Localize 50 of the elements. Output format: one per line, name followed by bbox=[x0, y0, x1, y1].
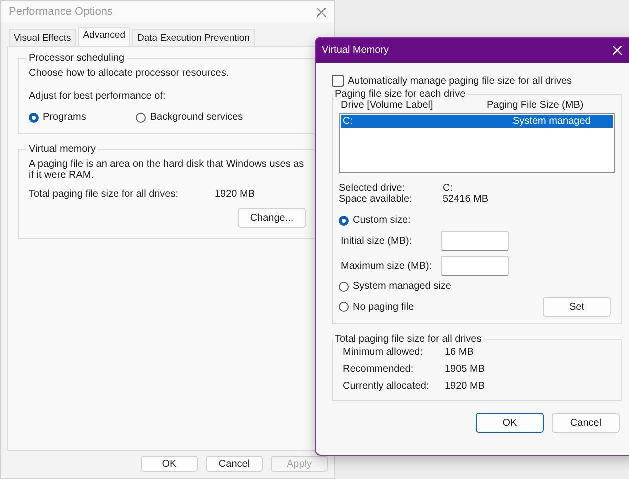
tab[interactable]: Visual Effects bbox=[9, 29, 76, 46]
radio-button[interactable] bbox=[339, 216, 349, 226]
tab[interactable]: Data Execution Prevention bbox=[132, 29, 255, 46]
group-title: Paging file size for each drive bbox=[334, 89, 467, 100]
info-value: 52416 MB bbox=[443, 194, 489, 205]
dialog-button[interactable]: Cancel bbox=[206, 456, 263, 472]
info-label: Space available: bbox=[339, 194, 414, 205]
radio-option[interactable]: System managed size bbox=[339, 281, 615, 292]
drive-row[interactable]: C: System managed bbox=[341, 115, 613, 128]
group-title: Processor scheduling bbox=[28, 53, 126, 64]
column-header: Paging File Size (MB) bbox=[487, 100, 584, 111]
input-field[interactable] bbox=[441, 231, 509, 251]
radio-option[interactable]: Custom size: bbox=[339, 215, 615, 226]
field-label: Initial size (MB): bbox=[341, 236, 414, 246]
group-title: Virtual memory bbox=[28, 144, 98, 155]
total-value: 1920 MB bbox=[215, 189, 256, 200]
radio-button[interactable] bbox=[136, 112, 146, 122]
total-label: Total paging file size for all drives: bbox=[29, 189, 180, 200]
radio-button[interactable] bbox=[29, 112, 39, 122]
radio-option[interactable]: Programs bbox=[29, 112, 86, 123]
total-label: Minimum allowed: bbox=[343, 347, 424, 358]
dialog-button[interactable]: OK bbox=[141, 456, 198, 472]
window-title: Virtual Memory bbox=[322, 45, 390, 56]
total-label: Recommended: bbox=[343, 364, 415, 375]
radio-option[interactable]: Background services bbox=[136, 112, 244, 123]
group-title: Total paging file size for all drives bbox=[334, 334, 483, 345]
dialog-button[interactable]: OK bbox=[476, 413, 544, 433]
dialog-button[interactable]: Cancel bbox=[552, 413, 620, 433]
info-value: C: bbox=[443, 183, 453, 194]
set-button[interactable]: Set bbox=[543, 297, 611, 317]
total-value: 1920 MB bbox=[445, 381, 486, 392]
radio-button[interactable] bbox=[339, 302, 349, 312]
window-title: Performance Options bbox=[9, 6, 113, 18]
checkbox[interactable] bbox=[332, 75, 344, 87]
radio-button[interactable] bbox=[339, 282, 349, 292]
description-text: A paging file is an area on the hard disk that Windows uses as if it were RAM. bbox=[29, 159, 306, 181]
change-button[interactable]: Change... bbox=[238, 208, 306, 228]
column-header: Drive [Volume Label] bbox=[341, 100, 434, 111]
adjust-label: Adjust for best performance of: bbox=[29, 91, 167, 102]
radio-option[interactable]: No paging file bbox=[339, 302, 414, 312]
description-text: Choose how to allocate processor resources. bbox=[29, 68, 230, 79]
field-label: Maximum size (MB): bbox=[341, 260, 434, 272]
total-value: 1905 MB bbox=[445, 364, 486, 375]
tab[interactable]: Advanced bbox=[78, 27, 130, 46]
drive-list[interactable]: C: System managed bbox=[339, 113, 615, 173]
info-label: Selected drive: bbox=[339, 183, 406, 194]
checkbox-option[interactable]: Automatically manage paging file size for all drives bbox=[332, 75, 626, 87]
input-field[interactable] bbox=[441, 256, 509, 276]
total-value: 16 MB bbox=[445, 347, 474, 358]
total-label: Currently allocated: bbox=[343, 381, 430, 392]
